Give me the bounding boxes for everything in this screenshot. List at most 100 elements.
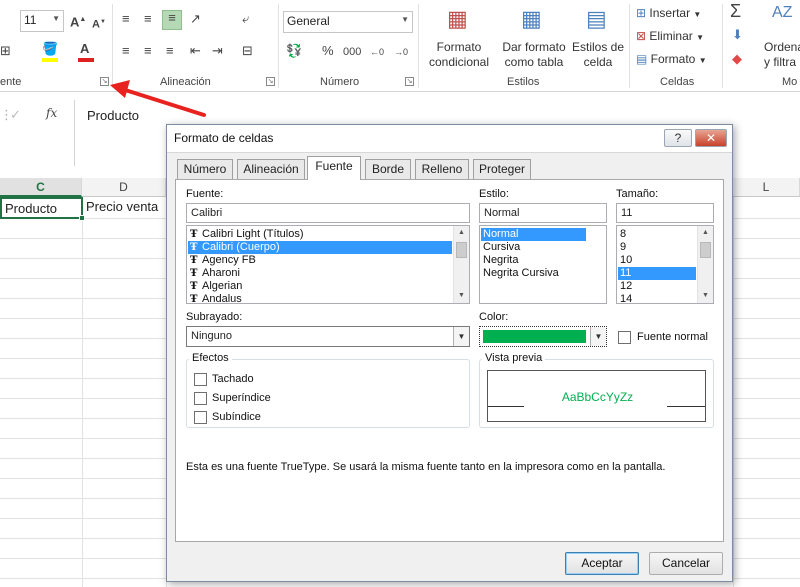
style-list-item[interactable]: Negrita xyxy=(481,254,586,267)
font-size-dropdown[interactable]: 11 ▼ xyxy=(20,10,64,32)
enter-check-icon[interactable]: ✓ xyxy=(10,108,21,122)
size-list-item[interactable]: 14 xyxy=(618,293,696,303)
dialog-title-bar[interactable]: Formato de celdas ? ✕ xyxy=(167,125,732,153)
font-color-icon[interactable]: A xyxy=(80,42,89,56)
wrap-text-icon[interactable]: ⤶ xyxy=(242,12,249,26)
fill-icon[interactable]: ⬇ xyxy=(732,28,743,42)
cell-c1[interactable]: Producto xyxy=(0,197,85,221)
chevron-down-icon[interactable]: ▼ xyxy=(453,327,469,346)
size-list-scrollbar[interactable]: ▲ ▼ xyxy=(697,226,713,303)
merge-center-icon[interactable]: ⊟ xyxy=(242,44,253,58)
size-list-item[interactable]: 9 xyxy=(618,241,696,254)
font-list-item[interactable]: Ŧ Calibri (Cuerpo) xyxy=(188,241,452,254)
cancel-button[interactable]: Cancelar xyxy=(649,552,723,575)
tab-fuente[interactable]: Fuente xyxy=(307,156,361,180)
format-cells-button[interactable]: ▤ Formato ▼ xyxy=(636,52,707,68)
scroll-up-icon[interactable]: ▲ xyxy=(698,226,713,240)
column-header-c[interactable]: C xyxy=(0,178,82,197)
font-name-input[interactable]: Calibri xyxy=(186,203,470,223)
effects-legend: Efectos xyxy=(189,352,232,364)
format-as-table-button[interactable]: Dar formato como tabla xyxy=(498,40,570,70)
delete-cells-button[interactable]: ⊠ Eliminar ▼ xyxy=(636,29,704,45)
thousands-button[interactable]: 000 xyxy=(343,45,361,59)
color-select[interactable]: ▼ xyxy=(479,326,607,347)
button-label: Formato xyxy=(436,40,482,54)
autosum-icon[interactable]: Σ xyxy=(730,2,741,20)
borders-icon[interactable]: ⊞ xyxy=(0,44,11,58)
size-list-item[interactable]: 10 xyxy=(618,254,696,267)
insert-cells-button[interactable]: ⊞ Insertar ▼ xyxy=(636,6,701,22)
scroll-thumb[interactable] xyxy=(700,242,711,258)
tab-relleno[interactable]: Relleno xyxy=(415,159,469,179)
ok-button[interactable]: Aceptar xyxy=(565,552,639,575)
scroll-down-icon[interactable]: ▼ xyxy=(454,289,469,303)
chevron-down-icon[interactable]: ▼ xyxy=(590,327,606,346)
orientation-icon[interactable]: ↗ xyxy=(190,12,201,26)
scroll-thumb[interactable] xyxy=(456,242,467,258)
align-middle-icon[interactable]: ≡ xyxy=(144,12,152,26)
column-header-d[interactable]: D xyxy=(82,178,166,197)
font-list-item[interactable]: Ŧ Agency FB xyxy=(188,254,452,267)
clear-icon[interactable]: ◆ xyxy=(732,52,742,66)
size-input[interactable]: 11 xyxy=(616,203,714,223)
sort-filter-button[interactable]: Ordena y filtra xyxy=(764,40,800,70)
font-list-item[interactable]: Ŧ Calibri Light (Títulos) xyxy=(188,228,452,241)
insert-function-button[interactable]: fx xyxy=(46,106,57,120)
underline-select[interactable]: Ninguno ▼ xyxy=(186,326,470,347)
normal-font-label: Fuente normal xyxy=(637,331,708,343)
align-top-icon[interactable]: ≡ xyxy=(122,12,130,26)
scroll-up-icon[interactable]: ▲ xyxy=(454,226,469,240)
increase-font-size-icon[interactable]: A▲ xyxy=(70,13,86,29)
decrease-font-size-icon[interactable]: A▼ xyxy=(92,15,106,32)
accounting-format-icon[interactable]: 💱 xyxy=(286,44,302,58)
tab-alineacion[interactable]: Alineación xyxy=(237,159,305,179)
tab-borde[interactable]: Borde xyxy=(365,159,411,179)
tab-numero[interactable]: Número xyxy=(177,159,233,179)
help-button[interactable]: ? xyxy=(664,129,692,147)
decrease-indent-icon[interactable]: ⇤ xyxy=(190,44,201,58)
cell-styles-button[interactable]: Estilos de celda xyxy=(569,40,627,70)
align-bottom-icon[interactable]: ≡ xyxy=(162,10,182,30)
column-header-l[interactable]: L xyxy=(733,178,800,197)
font-tab-panel: Fuente: Calibri Ŧ Calibri Light (Títulos)… xyxy=(175,179,724,542)
size-list[interactable]: 8 9 10 11 12 14 ▲ ▼ xyxy=(616,225,714,304)
style-label: Estilo: xyxy=(479,188,509,200)
size-list-item[interactable]: 12 xyxy=(618,280,696,293)
button-label: y filtra xyxy=(764,55,797,69)
font-list-scrollbar[interactable]: ▲ ▼ xyxy=(453,226,469,303)
style-list-item[interactable]: Cursiva xyxy=(481,241,586,254)
style-list-item[interactable]: Normal xyxy=(481,228,586,241)
align-center-icon[interactable]: ≡ xyxy=(144,44,152,58)
font-list-item[interactable]: Ŧ Aharoni xyxy=(188,267,452,280)
size-list-item[interactable]: 8 xyxy=(618,228,696,241)
decrease-decimal-icon[interactable]: →0 xyxy=(394,45,408,59)
font-list-item[interactable]: Ŧ Andalus xyxy=(188,293,452,303)
increase-indent-icon[interactable]: ⇥ xyxy=(212,44,223,58)
conditional-format-button[interactable]: Formato condicional xyxy=(423,40,495,70)
style-list-item[interactable]: Negrita Cursiva xyxy=(481,267,586,280)
group-label-numero: Número xyxy=(320,76,360,88)
style-input[interactable]: Normal xyxy=(479,203,607,223)
normal-font-checkbox[interactable] xyxy=(618,331,631,344)
fill-color-icon[interactable]: 🪣 xyxy=(42,42,58,56)
size-list-item[interactable]: 11 xyxy=(618,267,696,280)
tab-proteger[interactable]: Proteger xyxy=(473,159,531,179)
scroll-down-icon[interactable]: ▼ xyxy=(698,289,713,303)
align-right-icon[interactable]: ≡ xyxy=(166,44,174,58)
alignment-dialog-launcher[interactable]: ↘ xyxy=(266,77,275,86)
close-button[interactable]: ✕ xyxy=(695,129,727,147)
increase-decimal-icon[interactable]: ←0 xyxy=(370,45,384,59)
superscript-checkbox[interactable] xyxy=(194,392,207,405)
font-list[interactable]: Ŧ Calibri Light (Títulos) Ŧ Calibri (Cuerp… xyxy=(186,225,470,304)
font-list-item[interactable]: Ŧ Algerian xyxy=(188,280,452,293)
font-size-value: 11 xyxy=(24,13,37,27)
style-list[interactable]: Normal Cursiva Negrita Negrita Cursiva xyxy=(479,225,607,304)
strikethrough-checkbox[interactable] xyxy=(194,373,207,386)
percent-button[interactable]: % xyxy=(322,44,334,58)
number-dialog-launcher[interactable]: ↘ xyxy=(405,77,414,86)
align-left-icon[interactable]: ≡ xyxy=(122,44,130,58)
number-format-dropdown[interactable]: General ▼ xyxy=(283,11,413,33)
cell-d1[interactable]: Precio venta xyxy=(84,199,166,218)
cell-value: Precio venta xyxy=(86,199,159,214)
subscript-checkbox[interactable] xyxy=(194,411,207,424)
